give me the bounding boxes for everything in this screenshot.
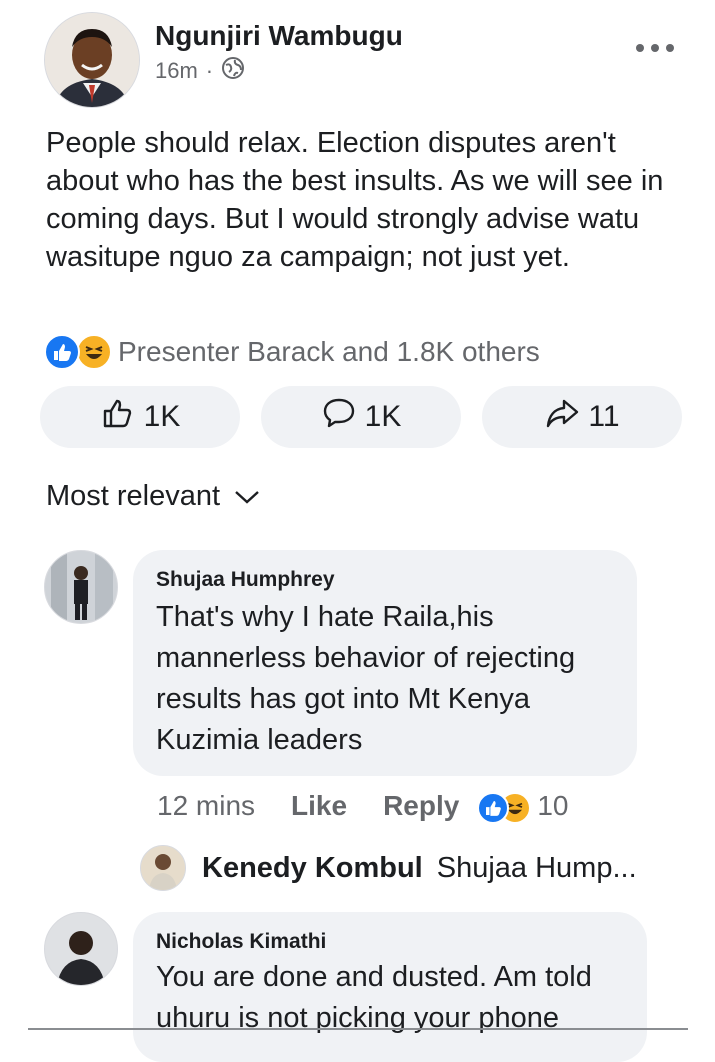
comment-text: You are done and dusted. Am told uhuru i…	[156, 957, 592, 1039]
share-count: 11	[588, 400, 620, 433]
meta-separator: ·	[205, 58, 214, 83]
post-meta: 16m ·	[155, 56, 245, 86]
comment-text-line: results has got into Mt Kenya	[156, 683, 530, 715]
reactions-summary[interactable]: Presenter Barack and 1.8K others	[44, 334, 540, 370]
author-avatar[interactable]	[44, 12, 140, 108]
like-count: 1K	[143, 400, 181, 433]
more-options-icon[interactable]	[636, 38, 674, 58]
commenter-avatar[interactable]	[44, 912, 118, 986]
comment-reactions[interactable]	[477, 790, 532, 824]
reply-author-name: Kenedy Kombul	[202, 851, 423, 884]
comment-text: That's why I hate Raila,his mannerless b…	[156, 597, 575, 761]
comment-reply-button[interactable]: Reply	[383, 790, 459, 822]
reply-author-avatar	[140, 845, 186, 891]
bottom-divider	[28, 1028, 688, 1030]
comment-bubble[interactable]: Nicholas Kimathi You are done and dusted…	[133, 912, 647, 1062]
post-text: People should relax. Election disputes a…	[46, 127, 664, 273]
comment-icon	[321, 395, 357, 439]
haha-reaction-icon	[76, 334, 112, 370]
globe-icon	[221, 56, 245, 86]
comment-text-line: mannerless behavior of rejecting	[156, 642, 576, 674]
comment-text-line: You are done and dusted. Am told	[156, 961, 592, 993]
comment-bubble[interactable]: Shujaa Humphrey That's why I hate Raila,…	[133, 550, 637, 776]
comment-author[interactable]: Nicholas Kimathi	[156, 930, 326, 954]
comment-actions: 12 mins Like Reply 10	[157, 790, 569, 824]
comment-time: 12 mins	[157, 790, 256, 821]
like-reaction-icon	[44, 334, 80, 370]
comment-reaction-count: 10	[537, 790, 569, 821]
comment-sort-selector[interactable]: Most relevant	[46, 480, 260, 513]
thumbs-up-icon	[100, 395, 136, 439]
like-button[interactable]: 1K	[40, 386, 240, 448]
share-icon	[544, 395, 580, 439]
comment-text-line: uhuru is not picking your phone	[156, 1002, 560, 1034]
reactions-summary-text: Presenter Barack and 1.8K others	[118, 336, 540, 367]
comment-text-line: That's why I hate Raila,his	[156, 601, 494, 633]
sort-label: Most relevant	[46, 480, 221, 512]
reply-preview[interactable]: Kenedy Kombul Shujaa Hump...	[140, 845, 637, 891]
comment-count: 1K	[364, 400, 402, 433]
chevron-down-icon	[234, 480, 260, 513]
like-reaction-icon	[477, 792, 510, 824]
comment-button[interactable]: 1K	[261, 386, 461, 448]
share-button[interactable]: 11	[482, 386, 682, 448]
post-author-name[interactable]: Ngunjiri Wambugu	[155, 20, 403, 52]
post-time[interactable]: 16m	[155, 58, 198, 84]
commenter-avatar[interactable]	[44, 550, 118, 624]
comment-text-line: Kuzimia leaders	[156, 724, 363, 756]
reply-snippet: Shujaa Hump...	[436, 851, 637, 884]
comment-author[interactable]: Shujaa Humphrey	[156, 568, 335, 592]
comment-like-button[interactable]: Like	[291, 790, 347, 822]
